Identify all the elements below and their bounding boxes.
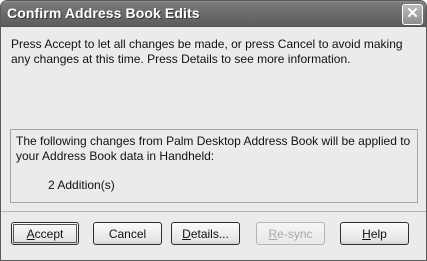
resync-button[interactable]: Re-sync <box>256 222 325 245</box>
cancel-button-label: Cancel <box>108 226 147 241</box>
changes-count: 2 Addition(s) <box>48 178 115 192</box>
resync-button-label: Re-sync <box>268 226 313 241</box>
accept-button[interactable]: Accept <box>11 222 79 245</box>
help-button[interactable]: Help <box>340 222 409 245</box>
dialog-title: Confirm Address Book Edits <box>7 5 200 21</box>
details-button-label: Details... <box>182 226 229 241</box>
close-button[interactable]: ✕ <box>402 4 423 25</box>
confirm-dialog: Confirm Address Book Edits ✕ Press Accep… <box>0 0 427 261</box>
changes-description: The following changes from Palm Desktop … <box>16 134 411 163</box>
changes-panel: The following changes from Palm Desktop … <box>10 129 418 203</box>
cancel-button[interactable]: Cancel <box>93 222 162 245</box>
divider <box>1 211 426 212</box>
details-button[interactable]: Details... <box>171 222 240 245</box>
accept-button-label: Accept <box>26 226 64 241</box>
close-icon: ✕ <box>406 5 419 22</box>
intro-text: Press Accept to let all changes be made,… <box>11 37 403 66</box>
help-button-label: Help <box>362 226 387 241</box>
title-bar: Confirm Address Book Edits ✕ <box>1 1 426 27</box>
